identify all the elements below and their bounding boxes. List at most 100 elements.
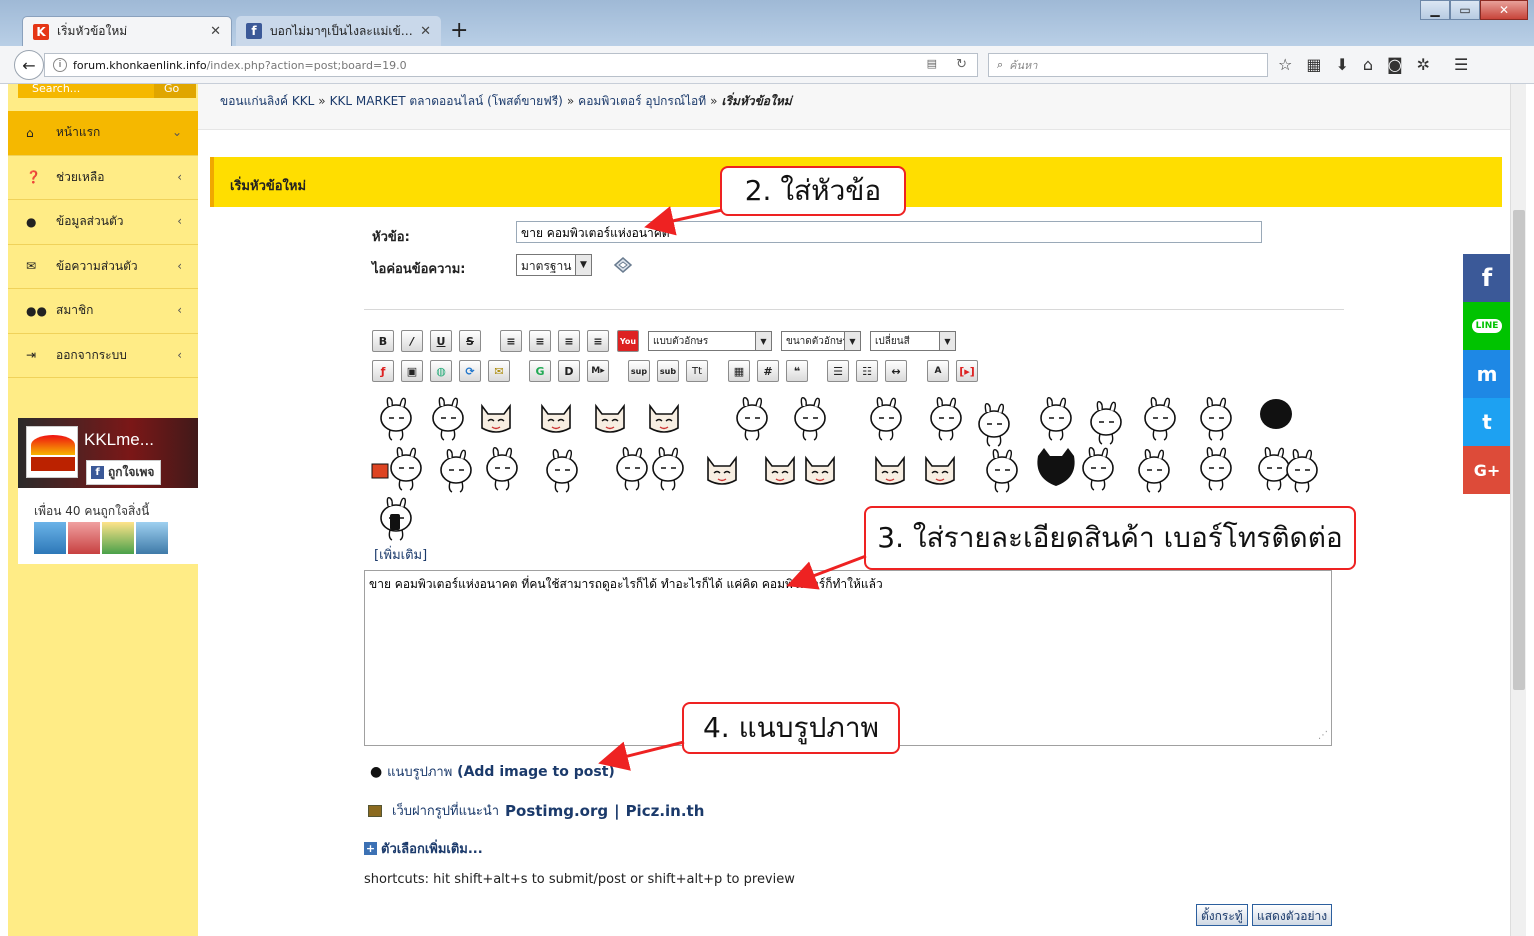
window-close-icon[interactable]: ✕ <box>1480 0 1528 20</box>
message-icon-select[interactable]: มาตรฐาน ▼ <box>516 254 592 276</box>
image-icon[interactable]: ▣ <box>401 360 423 382</box>
extension-icon[interactable]: ✲ <box>1417 55 1430 74</box>
sidebar-item-home[interactable]: ⌂ หน้าแรก ⌄ <box>8 111 198 156</box>
facebook-like-button[interactable]: f ถูกใจเพจ <box>86 460 162 485</box>
line-share-button[interactable]: LINE <box>1463 302 1511 350</box>
sidebar-search-input[interactable]: Search... Go <box>18 84 196 98</box>
align-justify-button[interactable]: ≡ <box>529 330 551 352</box>
email-link-icon[interactable]: ✉ <box>488 360 510 382</box>
google-plus-share-button[interactable]: G+ <box>1463 446 1511 494</box>
flash-icon[interactable]: ƒ <box>372 360 394 382</box>
sidebar-item-messages[interactable]: ✉ ข้อความส่วนตัว ‹ <box>8 245 198 289</box>
smiley[interactable] <box>481 405 511 433</box>
quote-button[interactable]: ❝ <box>786 360 808 382</box>
resize-handle-icon[interactable]: ⋰ <box>1318 730 1328 741</box>
reading-list-icon[interactable]: ▦ <box>1306 55 1321 74</box>
font-face-select[interactable]: แบบตัวอักษร ▼ <box>648 331 772 351</box>
horizontal-rule-button[interactable]: ↔ <box>885 360 907 382</box>
smiley[interactable] <box>1200 396 1232 441</box>
smiley[interactable] <box>765 457 795 485</box>
reader-view-icon[interactable]: ▤ <box>927 57 937 70</box>
avatar[interactable] <box>136 522 168 554</box>
smiley[interactable] <box>432 396 464 441</box>
bookmark-star-icon[interactable]: ☆ <box>1278 55 1292 74</box>
m-button[interactable]: M▸ <box>587 360 609 382</box>
underline-button[interactable]: U <box>430 330 452 352</box>
breadcrumb-link[interactable]: คอมพิวเตอร์ อุปกรณ์ไอที <box>578 94 706 108</box>
teletype-button[interactable]: Tt <box>686 360 708 382</box>
page-scrollbar[interactable] <box>1510 84 1526 936</box>
align-right-button[interactable]: ≡ <box>587 330 609 352</box>
subject-input[interactable]: ขาย คอมพิวเตอร์แห่งอนาคต <box>516 221 1262 243</box>
smiley[interactable] <box>1200 446 1232 491</box>
smiley[interactable] <box>875 457 905 485</box>
dict-icon[interactable]: D <box>558 360 580 382</box>
maximize-icon[interactable]: ▭ <box>1450 0 1480 20</box>
font-size-select[interactable]: ขนาดตัวอักษร ▼ <box>781 331 861 351</box>
minimize-icon[interactable]: ▁ <box>1420 0 1450 20</box>
ftp-icon[interactable]: ⟳ <box>459 360 481 382</box>
sidebar-search-button[interactable]: Go <box>154 84 196 98</box>
smiley[interactable] <box>870 396 902 441</box>
smiley[interactable] <box>925 457 955 485</box>
smiley[interactable] <box>541 405 571 433</box>
khonkaenlink-logo[interactable] <box>26 426 78 478</box>
download-icon[interactable]: ⬇ <box>1335 55 1348 74</box>
twitter-share-button[interactable]: t <box>1463 398 1511 446</box>
smiley[interactable] <box>440 448 472 493</box>
smiley[interactable] <box>1258 446 1290 491</box>
close-icon[interactable]: ✕ <box>210 24 221 39</box>
italic-button[interactable]: / <box>401 330 423 352</box>
smiley[interactable] <box>652 446 684 491</box>
strikethrough-button[interactable]: S <box>459 330 481 352</box>
facebook-share-button[interactable]: f <box>1463 254 1511 302</box>
pocket-icon[interactable]: ◙ <box>1387 55 1403 74</box>
smiley[interactable] <box>1082 446 1114 491</box>
more-options-toggle[interactable]: + ตัวเลือกเพิ่มเติม... <box>364 838 483 859</box>
tab-facebook[interactable]: f บอกไม่มาๆเป็นไงละแม่เข้าห้อง ✕ <box>236 16 441 46</box>
breadcrumb-link[interactable]: ขอนแก่นลิงค์ KKL <box>220 94 314 108</box>
back-arrow-icon[interactable]: ← <box>14 50 44 80</box>
home-icon[interactable]: ⌂ <box>1363 55 1373 74</box>
new-tab-plus-icon[interactable]: + <box>450 18 468 43</box>
smiley[interactable] <box>390 446 422 491</box>
superscript-button[interactable]: sup <box>628 360 650 382</box>
smiley[interactable] <box>1040 396 1072 441</box>
smiley[interactable] <box>649 405 679 433</box>
align-left-button[interactable]: ≡ <box>500 330 522 352</box>
smiley[interactable] <box>986 448 1018 493</box>
more-smileys-link[interactable]: [เพิ่มเติม] <box>374 544 427 565</box>
code-button[interactable]: # <box>757 360 779 382</box>
attach-image-link[interactable]: ● แนบรูปภาพ (Add image to post) <box>370 761 615 782</box>
subscript-button[interactable]: sub <box>657 360 679 382</box>
post-button[interactable]: ตั้งกระทู้ <box>1196 904 1248 926</box>
facebook-page-name[interactable]: KKLme... <box>84 430 154 450</box>
avatar[interactable] <box>34 522 66 554</box>
smiley[interactable] <box>595 405 625 433</box>
breadcrumb-link[interactable]: KKL MARKET ตลาดออนไลน์ (โพสต์ขายฟรี) <box>330 94 563 108</box>
color-select[interactable]: เปลี่ยนสี ▼ <box>870 331 956 351</box>
hyperlink-icon[interactable]: ◍ <box>430 360 452 382</box>
scrollbar-thumb[interactable] <box>1513 210 1525 690</box>
smiley[interactable] <box>616 446 648 491</box>
address-bar[interactable]: i forum.khonkaenlink.info/index.php?acti… <box>44 53 978 77</box>
avatar[interactable] <box>68 522 100 554</box>
bold-button[interactable]: B <box>372 330 394 352</box>
smiley[interactable] <box>486 446 518 491</box>
smiley[interactable] <box>794 396 826 441</box>
info-icon[interactable]: i <box>53 58 67 72</box>
menu-hamburger-icon[interactable]: ☰ <box>1454 55 1468 74</box>
sidebar-item-help[interactable]: ❓ ช่วยเหลือ ‹ <box>8 156 198 200</box>
sidebar-item-logout[interactable]: ⇥ ออกจากระบบ ‹ <box>8 334 198 378</box>
smiley[interactable] <box>736 396 768 441</box>
smiley[interactable] <box>930 396 962 441</box>
tab-new-topic[interactable]: K เริ่มหัวข้อใหม่ ✕ <box>22 16 232 46</box>
align-center-button[interactable]: ≡ <box>558 330 580 352</box>
close-icon[interactable]: ✕ <box>420 24 431 39</box>
picz-link[interactable]: Picz.in.th <box>626 802 705 820</box>
sidebar-item-profile[interactable]: ● ข้อมูลส่วนตัว ‹ <box>8 200 198 245</box>
smiley[interactable] <box>1286 448 1318 493</box>
google-icon[interactable]: G <box>529 360 551 382</box>
smiley[interactable] <box>380 396 412 441</box>
smiley[interactable] <box>978 402 1010 447</box>
